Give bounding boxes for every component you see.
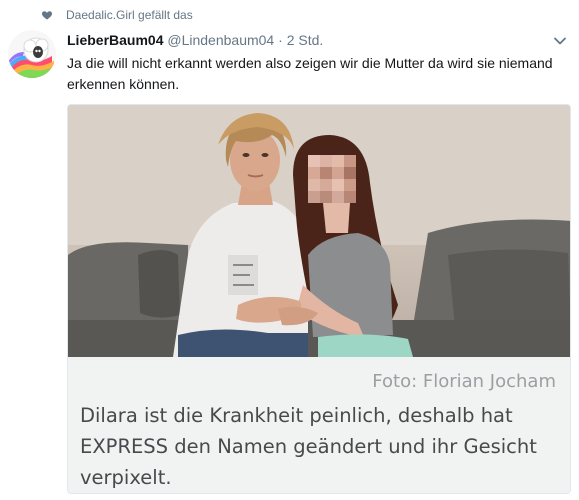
- photo-illustration: [68, 105, 570, 357]
- separator: ·: [274, 32, 287, 48]
- user-handle[interactable]: @Lindenbaum04: [167, 32, 274, 48]
- chevron-down-icon[interactable]: [553, 34, 567, 48]
- photo-credit: Foto: Florian Jocham: [372, 371, 556, 392]
- rainbow-sheep-avatar-icon: [8, 30, 56, 78]
- photo-mother-daughter[interactable]: [68, 105, 570, 357]
- heart-icon: [40, 8, 54, 22]
- avatar[interactable]: [8, 30, 56, 78]
- media-card[interactable]: Foto: Florian Jocham Dilara ist die Kran…: [67, 104, 571, 494]
- image-caption: Dilara ist die Krankheit peinlich, desha…: [80, 404, 537, 489]
- display-name[interactable]: LieberBaum04: [67, 32, 163, 48]
- social-context[interactable]: Daedalic.Girl gefällt das: [40, 8, 193, 22]
- social-context-text: Daedalic.Girl gefällt das: [66, 8, 193, 22]
- timestamp[interactable]: 2 Std.: [287, 32, 324, 48]
- tweet-header: LieberBaum04 @Lindenbaum04 · 2 Std.: [67, 32, 323, 48]
- image-caption-block: Foto: Florian Jocham Dilara ist die Kran…: [68, 357, 570, 493]
- tweet-text: Ja die will nicht erkannt werden also ze…: [67, 55, 553, 92]
